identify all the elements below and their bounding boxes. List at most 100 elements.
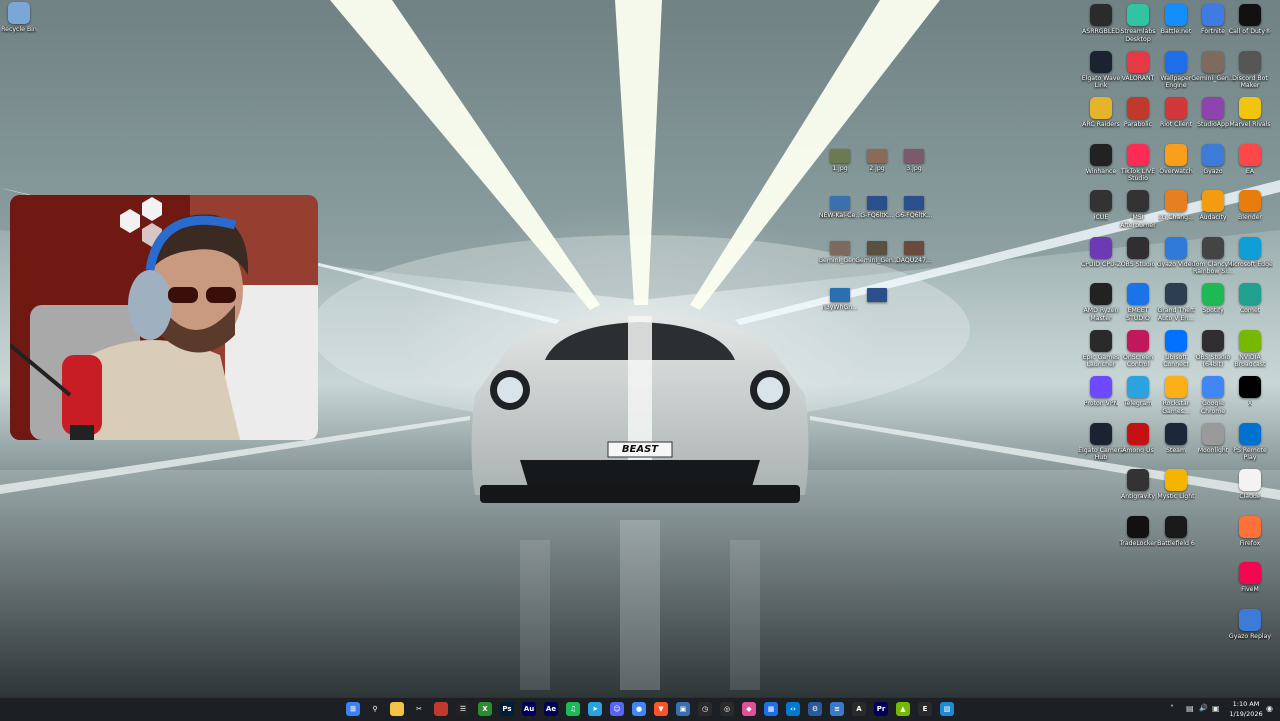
desktop-icon[interactable]: Comet [1227,283,1273,315]
streamlabs-icon [1127,4,1149,26]
photos-icon[interactable]: ▧ [940,702,954,716]
desktop-icon[interactable]: 3.jpg [891,149,937,173]
volume-icon[interactable]: 🔊 [1199,704,1208,712]
desktop-icon-label: Fortnite [1201,28,1225,35]
desktop-icon[interactable]: X [1227,376,1273,408]
network-icon[interactable]: ▤ [1186,704,1194,713]
clock-time: 1:10 AM [1232,700,1260,708]
clock-app-icon[interactable]: ◷ [698,702,712,716]
battery-icon[interactable]: ▣ [1212,704,1220,713]
image-file-icon [1202,50,1224,73]
parabolic-icon[interactable] [434,702,448,716]
telegram-icon[interactable]: ➤ [588,702,602,716]
wallpaper-engine-icon [1165,50,1187,73]
emeet-icon [1127,283,1149,305]
desktop-icon[interactable]: Discord Bot Maker [1227,50,1273,90]
fivem-icon [1239,562,1261,584]
taskbar-clock[interactable]: 1:10 AM 1/19/2026 [1226,699,1266,719]
desktop-icon-label: Marvel Rivals [1229,121,1271,128]
capcut-icon[interactable]: ☰ [456,702,470,716]
desktop-icon[interactable]: Mystic Light [1153,469,1199,501]
firefox-icon [1239,515,1261,538]
desktop-icon[interactable]: Blender [1227,190,1273,222]
overwatch-icon [1165,143,1187,166]
rainbow-six-icon [1202,236,1224,259]
desktop-icon-label: Among Us [1122,446,1154,454]
image-file-icon [904,149,924,163]
desktop-icon[interactable]: NVIDIA Broadcast [1227,329,1273,369]
desktop-icon[interactable]: Microsoft Edge [1227,236,1273,269]
brave-icon[interactable]: ▼ [654,702,668,716]
audition-icon[interactable]: Au [522,702,536,716]
desktop-icon-label: Winhance [1085,167,1117,175]
valorant-icon [1127,50,1149,73]
premiere-icon[interactable]: Pr [874,702,888,716]
vscode-icon[interactable]: ‹› [786,702,800,716]
image-file-icon [830,288,850,302]
chrome-icon[interactable]: ● [632,702,646,716]
desktop-icon-label: FiveM [1241,586,1259,593]
photoshop-icon[interactable]: Ps [500,702,514,716]
desktop-icon[interactable]: DAQU247... [891,241,937,265]
desktop-icon-label: LG Chang... [1158,214,1194,221]
settings-icon[interactable]: ⚙ [808,702,822,716]
license-plate-text: BEAST [621,444,659,455]
desktop-icon[interactable]: Gyazo Replay [1227,608,1273,641]
desktop-icon-label: 3.jpg [906,165,922,172]
snip-icon[interactable]: ▣ [676,702,690,716]
desktop-icon-label: 2.jpg [869,165,885,172]
antigravity-icon[interactable]: A [852,702,866,716]
protonvpn-icon [1090,376,1112,398]
riot-client-icon [1165,97,1187,119]
clock-date: 1/19/2026 [1229,710,1263,718]
discord-bot-maker-icon [1239,50,1261,73]
desktop-icon[interactable]: Marvel Rivals [1227,97,1273,129]
desktop-icon[interactable]: FiveM [1227,562,1273,594]
webcam-overlay [10,195,318,440]
comet-icon [1239,283,1261,305]
desktop-icon-label: StudioApp [1197,121,1229,128]
notification-bell-icon[interactable]: ◉ [1266,704,1273,713]
asrock-icon [1090,4,1112,26]
start-button[interactable]: ⊞ [346,702,360,716]
desktop-icon[interactable]: G6-FQ6ltK... [891,196,937,220]
notepad-icon[interactable]: ≡ [830,702,844,716]
nvidia-icon[interactable]: ▲ [896,702,910,716]
gta-icon [1165,283,1187,305]
desktop-icon-label: Discord Bot Maker [1232,74,1268,90]
desktop-icon[interactable]: Claude [1227,469,1273,501]
tray-overflow-chevron-icon[interactable]: ˄ [1170,704,1174,713]
image-file-icon [867,149,887,163]
tiktok-icon [1127,143,1149,166]
paint-icon[interactable]: ◆ [742,702,756,716]
desktop-icon-label: Overwatch [1159,167,1193,175]
after-effects-icon[interactable]: Ae [544,702,558,716]
spotify-icon[interactable]: ♫ [566,702,580,716]
image-file-icon [867,288,887,302]
onscreen-control-icon [1127,329,1149,352]
obs-icon [1202,329,1224,352]
desktop-icon[interactable]: Call of Duty® [1227,4,1273,36]
x-icon [1239,376,1261,398]
desktop-icon[interactable]: Battlefield 6 [1153,515,1199,548]
file-explorer-icon[interactable] [390,702,404,716]
image-file-icon [830,196,850,210]
wallpaper-engine-icon[interactable]: ▦ [764,702,778,716]
desktop-icon-label: DAQU247... [896,257,932,264]
desktop-icon[interactable]: Firefox [1227,515,1273,548]
snipping-tool-icon[interactable]: ✂ [412,702,426,716]
desktop-icon[interactable]: PS Remote Play [1227,422,1273,462]
desktop-icon-label: Gyazo Replay [1228,632,1272,640]
epic-games-icon[interactable]: E [918,702,932,716]
ea-icon [1239,143,1261,166]
desktop-icon[interactable]: Recycle Bin [0,2,42,34]
taskbar: ⊞ ⚲ ✂ ☰ X Ps Au Ae ♫ ➤ ☺ ● ▼ ▣ ◷ ◎ ◆ ▦ ‹› ⚙ ≡ A Pr ▲ E ▧ ˄ ▤ 🔊 ▣ … [0,697,1280,721]
desktop-icon[interactable] [854,288,900,304]
desktop-icon-label: Proton VPN [1083,400,1119,407]
desktop-icon[interactable]: EA [1227,143,1273,176]
xbox-icon[interactable]: X [478,702,492,716]
discord-icon[interactable]: ☺ [610,702,624,716]
search-icon[interactable]: ⚲ [368,702,382,716]
controller-icon[interactable]: ◎ [720,702,734,716]
among-us-icon [1127,422,1149,445]
